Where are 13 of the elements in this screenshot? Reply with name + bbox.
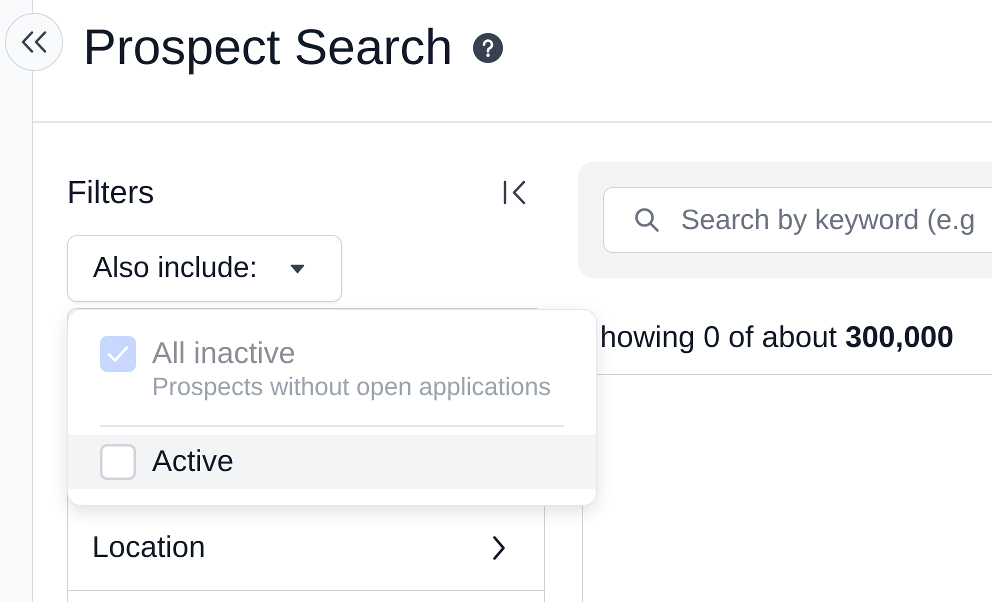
help-icon[interactable] — [472, 33, 503, 63]
filters-heading: Filters — [67, 174, 154, 210]
double-chevron-left-icon — [21, 31, 47, 53]
checkbox[interactable] — [100, 444, 136, 480]
chevron-right-icon — [492, 534, 506, 560]
page-title: Prospect Search — [83, 19, 453, 77]
menu-option[interactable]: Active — [68, 434, 596, 488]
collapse-left-icon[interactable] — [503, 180, 528, 204]
search-icon — [634, 207, 660, 233]
results-count: howing 0 of about 300,000 — [600, 320, 954, 354]
include-dropdown-button[interactable]: Also include: — [67, 235, 342, 302]
search-field[interactable]: Search by keyword (e.g — [603, 187, 992, 253]
caret-down-icon — [290, 264, 306, 274]
